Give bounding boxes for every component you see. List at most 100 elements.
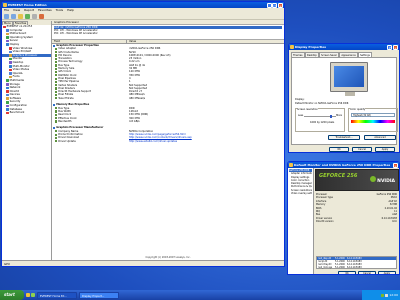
refresh-icon[interactable] (25, 14, 30, 19)
nvidia-icon (289, 163, 293, 167)
resolution-group: Screen resolution Less More 1600 by 1200… (295, 107, 345, 132)
adapter-info-value: 9.0c (392, 220, 397, 224)
settings-tab-panel: Display: Default Monitor on NVIDIA GeFor… (291, 57, 398, 145)
monitor-preview (330, 62, 368, 96)
driver-file-row[interactable]: nv4_mini.sys 5.1.2600 6.14.10.8183 (317, 266, 396, 269)
taskbar-display[interactable]: Display Propert... (79, 291, 119, 299)
resolution-slider-thumb[interactable] (329, 115, 332, 118)
tree-item-label: Benchmark (9, 111, 25, 115)
property-icon (55, 140, 58, 143)
display-titlebar[interactable]: Display Properties ? × (289, 44, 399, 50)
tree-item-icon (6, 97, 9, 100)
tree-item[interactable]: Benchmark (2, 111, 51, 115)
tree-item-icon (6, 111, 9, 115)
tree-item-icon (6, 93, 9, 97)
tree-item-icon (9, 50, 12, 54)
menu-item[interactable]: Tools (56, 8, 63, 13)
nvidia-nav-tree: GeForce 256 DDR Adapter information Displa… (288, 168, 314, 274)
property-field-text: Driver Update (58, 139, 76, 143)
resolution-slider[interactable] (304, 115, 336, 118)
display-close-button[interactable]: × (393, 44, 398, 50)
nvidia-apply-button[interactable]: Apply (378, 270, 396, 274)
nvidia-brand: NVIDIA (377, 179, 395, 184)
menu-item[interactable]: View (13, 8, 20, 13)
property-row[interactable]: Driver Update http://www.aida64.com/drive… (52, 140, 284, 143)
quick-launch (26, 293, 35, 297)
tree-item-icon (6, 83, 9, 86)
resolution-label: Screen resolution (297, 107, 318, 111)
volume-icon[interactable] (385, 293, 389, 297)
favorites-icon[interactable] (39, 14, 44, 19)
geforce-logo: GEFORCE 256 (319, 173, 358, 179)
device-list-item[interactable]: PCI: ATI - Windows XP Accelerator (54, 32, 282, 35)
driver-files-table: nv4_disp.dll 5.1.2600 6.14.10.8183 nvcpl.dl… (316, 256, 397, 269)
color-spectrum-bar (351, 120, 395, 123)
everest-window: EVEREST Home Edition _ □ × File View Repor… (1, 1, 285, 267)
driver-file-cell: 5.1.2600 (335, 266, 345, 269)
display-apply-button[interactable]: Apply (375, 147, 395, 152)
taskbar-everest[interactable]: EVEREST Home Ed... (37, 291, 77, 299)
tree-item-icon (6, 90, 9, 93)
troubleshoot-button[interactable]: Troubleshoot... (328, 135, 360, 140)
nvidia-close-button[interactable]: × (393, 162, 398, 168)
content-pane: Graphics Processor AGP 4x: nVIDIA GeForc… (52, 21, 284, 260)
forward-icon[interactable] (11, 14, 16, 19)
tree-item-icon (9, 65, 12, 68)
column-value[interactable]: Value (127, 40, 136, 43)
tree-item-icon (9, 72, 12, 75)
properties-list: Graphics Processor Properties Video Adapt… (52, 44, 284, 143)
display-icon (290, 45, 294, 49)
copyright-note: Copyright (c) 2003-2007 Lavalys, Inc. (145, 256, 191, 259)
window-title: EVEREST Home Edition (8, 3, 47, 7)
nvidia-window-title: Default Monitor and NVIDIA GeForce 256 D… (294, 163, 391, 167)
color-quality-select[interactable]: Highest (32 bit) (351, 113, 395, 117)
desktop-icon[interactable] (31, 293, 35, 297)
menu-item[interactable]: Report (24, 8, 34, 13)
adapter-info-label: DirectX version (316, 220, 334, 224)
tree-item-icon (3, 25, 6, 29)
display-ok-button[interactable]: OK (329, 147, 349, 152)
browser-icon[interactable] (26, 293, 30, 297)
up-icon[interactable] (18, 14, 23, 19)
adapter-info-row: DirectX version 9.0c (316, 220, 397, 223)
property-field: Driver Update (52, 140, 127, 143)
back-icon[interactable] (4, 14, 9, 19)
color-group: Color quality Highest (32 bit) (348, 107, 398, 132)
status-bar: GPU (2, 260, 284, 266)
nvidia-properties-window: Default Monitor and NVIDIA GeForce 256 D… (287, 161, 400, 275)
app-icon (3, 3, 7, 7)
tree-item-icon (6, 29, 9, 32)
display-window-title: Display Properties (295, 45, 327, 49)
driver-file-cell: nv4_mini.sys (318, 266, 333, 269)
menu-item[interactable]: Help (67, 8, 74, 13)
maximize-button[interactable]: □ (272, 2, 278, 8)
nvidia-tray-icon[interactable] (381, 293, 385, 297)
advanced-button[interactable]: Advanced (364, 135, 396, 140)
tree-item-icon (6, 79, 9, 82)
display-value: Default Monitor on NVIDIA GeForce 256 DD… (295, 102, 349, 105)
minimize-button[interactable]: _ (266, 2, 272, 8)
more-label: More (336, 114, 342, 117)
resolution-value: 1600 by 1200 pixels (310, 121, 335, 124)
tree-item-icon (9, 47, 12, 50)
property-link[interactable]: http://www.aida64.com/driver-updates (129, 140, 177, 143)
menu-item[interactable]: Favorites (38, 8, 52, 13)
tree-item-icon (6, 36, 9, 39)
start-button[interactable]: start (0, 290, 24, 300)
property-value: http://www.aida64.com/driver-updates (127, 140, 284, 143)
display-cancel-button[interactable]: Cancel (352, 147, 372, 152)
nvidia-ok-button[interactable]: OK (338, 270, 356, 274)
column-field[interactable]: Field (52, 40, 127, 43)
system-tray: 12:00 (362, 290, 400, 300)
everest-titlebar[interactable]: EVEREST Home Edition _ □ × (2, 2, 284, 8)
close-button[interactable]: × (278, 2, 283, 8)
tree-item-icon (6, 108, 9, 111)
display-label: Display: (295, 98, 305, 101)
nvidia-nav-item[interactable]: Video overlay settings (289, 192, 312, 195)
driver-file-cell: 6.14.10.8183 (347, 266, 362, 269)
nvidia-eye-icon (370, 176, 376, 182)
menu-item[interactable]: File (4, 8, 9, 13)
help-button[interactable]: ? (387, 44, 393, 50)
nvidia-cancel-button[interactable]: Cancel (358, 270, 376, 274)
report-icon[interactable] (32, 14, 37, 19)
